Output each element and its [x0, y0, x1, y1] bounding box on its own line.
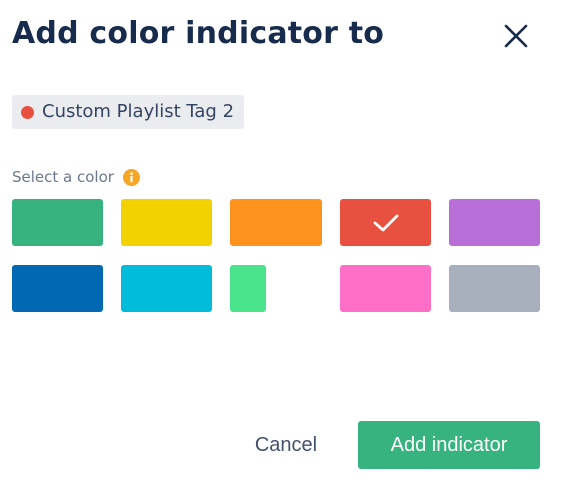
swatch-orange[interactable]: [230, 199, 322, 246]
info-glyph: [130, 171, 133, 182]
swatch-pink[interactable]: [340, 265, 431, 312]
info-icon[interactable]: [122, 168, 140, 186]
swatch-gray[interactable]: [449, 265, 540, 312]
close-button[interactable]: [498, 18, 534, 54]
select-color-label: Select a color: [12, 168, 114, 186]
swatch-blue[interactable]: [12, 265, 103, 312]
color-picker-header: Select a color: [12, 166, 140, 188]
swatch-light-green[interactable]: [230, 265, 266, 312]
check-icon: [373, 214, 398, 231]
cancel-button[interactable]: Cancel: [241, 424, 331, 466]
add-indicator-button[interactable]: Add indicator: [358, 421, 540, 469]
swatch-purple[interactable]: [449, 199, 540, 246]
tag-label: Custom Playlist Tag 2: [42, 101, 235, 122]
tag-chip: Custom Playlist Tag 2: [12, 95, 245, 129]
color-swatch-grid: [12, 199, 542, 315]
swatch-green[interactable]: [12, 199, 103, 246]
dialog-title: Add color indicator to: [12, 16, 385, 51]
swatch-cyan[interactable]: [121, 265, 212, 312]
tag-color-dot: [21, 105, 34, 119]
close-icon: [504, 24, 528, 48]
swatch-yellow[interactable]: [121, 199, 212, 246]
swatch-red[interactable]: [340, 199, 431, 246]
add-color-indicator-dialog: Add color indicator to Custom Playlist T…: [0, 0, 567, 488]
